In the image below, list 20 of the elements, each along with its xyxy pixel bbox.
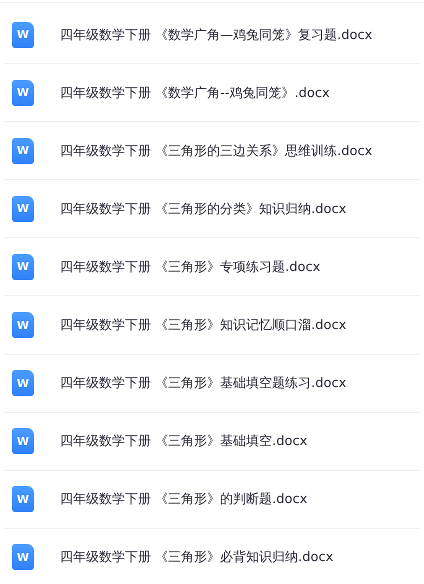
- word-document-icon: W: [12, 544, 34, 570]
- file-name[interactable]: 四年级数学下册 《数学广角—鸡兔同笼》复习题.docx: [60, 26, 372, 44]
- word-document-icon: W: [12, 22, 34, 48]
- word-document-icon: W: [12, 138, 34, 164]
- file-name[interactable]: 四年级数学下册 《数学广角--鸡兔同笼》.docx: [60, 84, 330, 102]
- file-name[interactable]: 四年级数学下册 《三角形》基础填空题练习.docx: [60, 374, 346, 392]
- file-name[interactable]: 四年级数学下册 《三角形的三边关系》思维训练.docx: [60, 142, 372, 160]
- word-document-icon: W: [12, 254, 34, 280]
- word-document-icon: W: [12, 428, 34, 454]
- file-name[interactable]: 四年级数学下册 《三角形》知识记忆顺口溜.docx: [60, 316, 346, 334]
- file-name[interactable]: 四年级数学下册 《三角形》必背知识归纳.docx: [60, 548, 334, 566]
- file-name[interactable]: 四年级数学下册 《三角形》专项练习题.docx: [60, 258, 320, 276]
- word-document-icon: W: [12, 312, 34, 338]
- word-document-icon: W: [12, 486, 34, 512]
- file-name[interactable]: 四年级数学下册 《三角形》基础填空.docx: [60, 432, 308, 450]
- file-name[interactable]: 四年级数学下册 《三角形的分类》知识归纳.docx: [60, 200, 346, 218]
- word-document-icon: W: [12, 80, 34, 106]
- file-name[interactable]: 四年级数学下册 《三角形》的判断题.docx: [60, 490, 308, 508]
- word-document-icon: W: [12, 196, 34, 222]
- word-document-icon: W: [12, 370, 34, 396]
